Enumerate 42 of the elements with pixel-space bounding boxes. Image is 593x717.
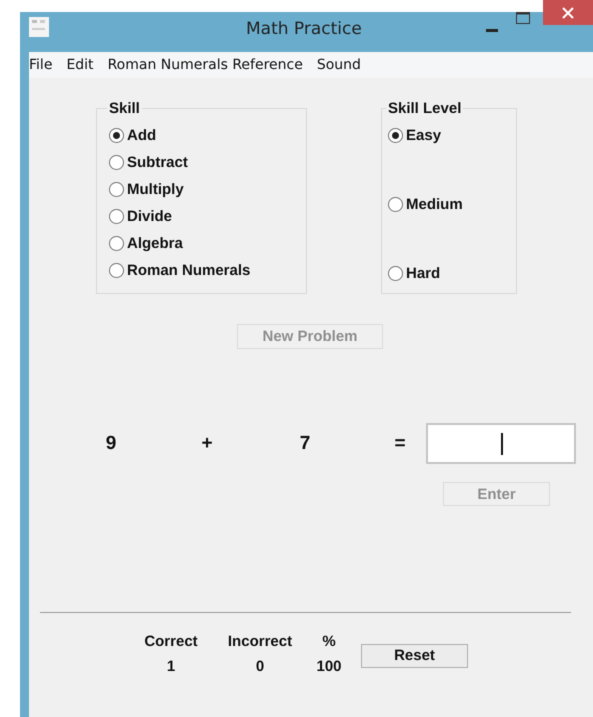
group-title: Skill <box>108 100 141 117</box>
window-title: Math Practice <box>246 19 362 39</box>
radio-button[interactable] <box>388 266 403 280</box>
stat-value: 100 <box>316 658 342 675</box>
stat-label: % <box>322 633 336 650</box>
menu-item[interactable]: Roman Numerals Reference <box>108 57 310 73</box>
radio-button[interactable] <box>388 196 403 212</box>
radio-button[interactable] <box>388 128 403 142</box>
radio-option[interactable]: Multiply <box>109 179 298 199</box>
radio-button[interactable] <box>109 208 124 224</box>
stat-value: 0 <box>256 658 264 675</box>
radio-option[interactable]: Hard <box>388 263 508 283</box>
menu-item[interactable]: Edit <box>66 57 101 73</box>
operand: 7 <box>298 432 312 454</box>
radio-button[interactable] <box>109 262 124 278</box>
app-icon <box>29 17 49 37</box>
radio-button[interactable] <box>109 236 124 250</box>
menu-item[interactable]: Sound <box>316 57 368 73</box>
stat-value: 1 <box>166 658 176 675</box>
reset-button[interactable]: Reset <box>361 644 468 668</box>
close-button[interactable] <box>543 0 593 25</box>
maximize-icon[interactable] <box>516 12 530 24</box>
operator: + <box>200 432 214 454</box>
answer-field[interactable] <box>426 423 576 464</box>
radio-button[interactable] <box>109 182 124 196</box>
stat-label: Incorrect <box>228 633 292 650</box>
group-title: Skill Level <box>387 100 462 117</box>
radio-button[interactable] <box>109 128 124 142</box>
radio-option[interactable]: Roman Numerals <box>109 260 298 280</box>
operand: 9 <box>104 432 118 454</box>
radio-option[interactable]: Subtract <box>109 152 298 172</box>
radio-option[interactable]: Algebra <box>109 233 298 253</box>
radio-option[interactable]: Easy <box>388 125 508 145</box>
radio-button[interactable] <box>109 154 124 170</box>
close-icon <box>562 6 574 18</box>
radio-option[interactable]: Divide <box>109 206 298 226</box>
radio-option[interactable]: Add <box>109 125 298 145</box>
radio-option[interactable]: Medium <box>388 194 508 214</box>
minimize-icon[interactable] <box>486 29 498 33</box>
menu-item[interactable]: File <box>29 57 60 73</box>
equals-sign: = <box>393 432 407 454</box>
stat-label: Correct <box>144 633 198 650</box>
